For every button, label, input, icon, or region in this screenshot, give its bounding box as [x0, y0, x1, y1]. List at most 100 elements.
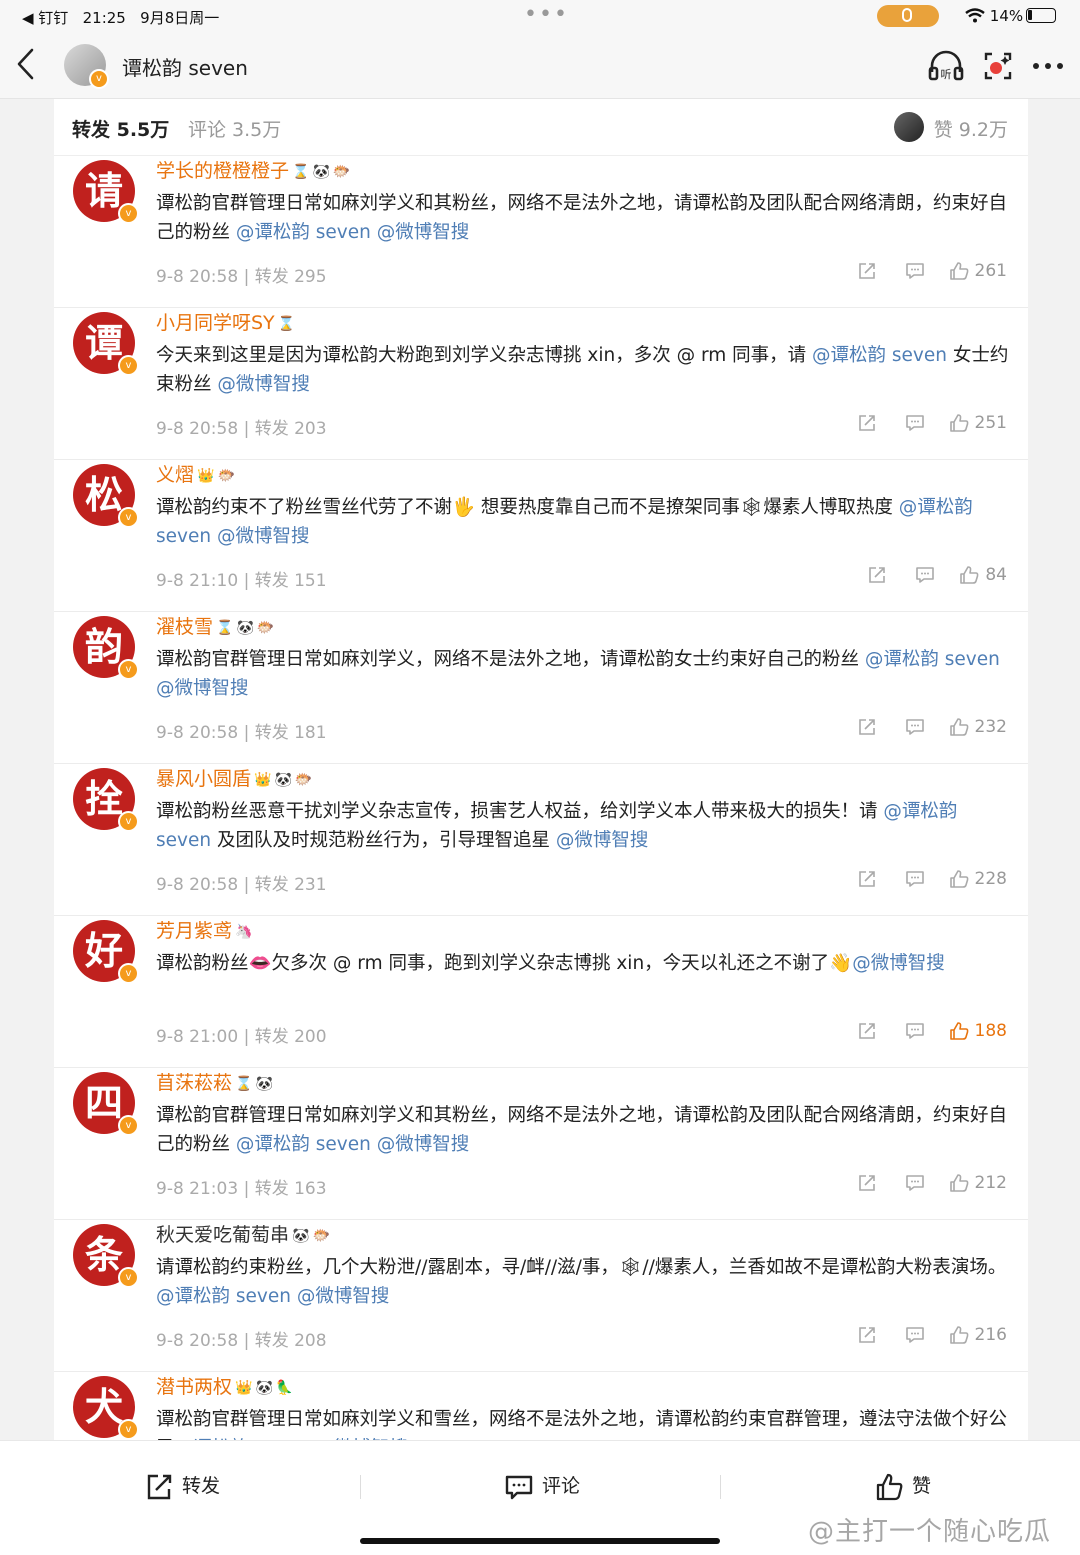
mention-link[interactable]: @微博智搜: [852, 953, 945, 974]
user-name[interactable]: 义熠 👑 🐡: [156, 460, 235, 487]
repost-meta: 9-8 20:58 | 转发 295: [156, 267, 327, 287]
user-avatar[interactable]: 请v: [73, 160, 139, 224]
like-count[interactable]: 261: [975, 261, 1007, 281]
bottom-comment-button[interactable]: 评论: [504, 1471, 580, 1502]
page-title[interactable]: 谭松韵 seven: [122, 52, 248, 81]
share-icon[interactable]: [857, 869, 877, 889]
like-count[interactable]: 216: [975, 1325, 1007, 1345]
comment-icon[interactable]: [905, 261, 925, 281]
wifi-icon: [965, 8, 985, 23]
user-avatar[interactable]: 韵v: [73, 616, 139, 680]
user-name[interactable]: 暴风小圆盾 👑 🐼 🐡: [156, 764, 312, 791]
svg-text:听: 听: [941, 68, 952, 81]
mention-link[interactable]: @微博智搜: [556, 830, 649, 851]
user-avatar[interactable]: 四v: [73, 1072, 139, 1136]
like-count[interactable]: 188: [975, 1021, 1007, 1041]
mention-link[interactable]: @微博智搜: [156, 678, 249, 699]
share-icon[interactable]: [857, 261, 877, 281]
user-avatar[interactable]: 拴v: [73, 768, 139, 832]
tab-repost[interactable]: 转发 5.5万: [72, 115, 169, 142]
mention-link[interactable]: @谭松韵 seven: [156, 1286, 291, 1307]
comment-icon[interactable]: [905, 413, 925, 433]
share-icon[interactable]: [857, 1325, 877, 1345]
like-icon[interactable]: [949, 717, 969, 737]
share-icon[interactable]: [857, 413, 877, 433]
user-name[interactable]: 濯枝雪 ⌛ 🐼 🐡: [156, 612, 274, 639]
tab-like[interactable]: 赞 9.2万: [934, 115, 1008, 142]
mention-link[interactable]: @微博智搜: [377, 1134, 470, 1155]
like-count[interactable]: 232: [975, 717, 1007, 737]
user-name[interactable]: 潜书两权 👑 🐼 🦜: [156, 1372, 293, 1399]
user-avatar[interactable]: 谭v: [73, 312, 139, 376]
share-icon[interactable]: [857, 1173, 877, 1193]
mention-link[interactable]: @谭松韵 seven: [812, 345, 947, 366]
mention-link[interactable]: @谭松韵 seven: [236, 222, 371, 243]
like-icon[interactable]: [949, 1021, 969, 1041]
text-segment: 谭松韵官群管理日常如麻刘学义和雪丝，网络不是法外之地，请谭松韵约束官群管理，遵法…: [156, 1409, 1008, 1440]
profile-avatar[interactable]: v: [64, 44, 109, 89]
repost-item[interactable]: 四 v 苜莯菘菘 ⌛ 🐼 谭松韵官群管理日常如麻刘学义和其粉丝，网络不是法外之地，请谭松韵…: [54, 1068, 1028, 1220]
repost-actions: 261: [857, 260, 1007, 282]
multitask-dots-icon[interactable]: •••: [524, 2, 569, 27]
mention-link[interactable]: @微博智搜: [297, 1286, 390, 1307]
repost-item[interactable]: 条 v 秋天爱吃葡萄串 🐼 🐡 请谭松韵约束粉丝，几个大粉泄//露剧本，寻/衅//滋/事，…: [54, 1220, 1028, 1372]
comment-icon[interactable]: [905, 1021, 925, 1041]
like-icon[interactable]: [949, 869, 969, 889]
bottom-like-button[interactable]: 赞: [874, 1471, 931, 1502]
share-icon[interactable]: [857, 717, 877, 737]
verified-badge-icon: v: [118, 507, 139, 528]
mention-link[interactable]: @微博智搜: [377, 222, 470, 243]
repost-item[interactable]: 松 v 义熠 👑 🐡 谭松韵约束不了粉丝雪丝代劳了不谢🖐 想要热度靠自己而不是撩架同事🕸爆…: [54, 460, 1028, 612]
repost-item[interactable]: 好 v 芳月紫鸢 🦄 谭松韵粉丝👄欠多次 @ rm 同事，跑到刘学义杂志博挑 xin，今…: [54, 916, 1028, 1068]
like-icon[interactable]: [949, 1173, 969, 1193]
repost-actions: 212: [857, 1172, 1007, 1194]
bottom-repost-button[interactable]: 转发: [144, 1471, 220, 1502]
comment-icon[interactable]: [905, 869, 925, 889]
tab-comment[interactable]: 评论 3.5万: [188, 115, 281, 142]
user-name[interactable]: 小月同学呀SY ⌛: [156, 308, 295, 335]
like-count[interactable]: 228: [975, 869, 1007, 889]
comment-icon[interactable]: [915, 565, 935, 585]
repost-item[interactable]: 请 v 学长的橙橙橙子 ⌛ 🐼 🐡 谭松韵官群管理日常如麻刘学义和其粉丝，网络不是法外之地，…: [54, 156, 1028, 308]
share-icon[interactable]: [867, 565, 887, 585]
status-app[interactable]: ◀ 钉钉: [22, 9, 68, 27]
like-icon[interactable]: [949, 413, 969, 433]
like-count[interactable]: 84: [985, 565, 1007, 585]
repost-meta: 9-8 21:03 | 转发 163: [156, 1179, 327, 1199]
back-icon[interactable]: [14, 46, 38, 82]
share-icon[interactable]: [857, 1021, 877, 1041]
home-indicator[interactable]: [360, 1538, 720, 1544]
battery-percent: 14%: [989, 7, 1024, 25]
like-count[interactable]: 251: [975, 413, 1007, 433]
repost-item[interactable]: 谭 v 小月同学呀SY ⌛ 今天来到这里是因为谭松韵大粉跑到刘学义杂志博挑 xin，多次…: [54, 308, 1028, 460]
mention-link[interactable]: @谭松韵 seven: [236, 1134, 371, 1155]
user-name[interactable]: 学长的橙橙橙子 ⌛ 🐼 🐡: [156, 156, 350, 183]
user-name[interactable]: 秋天爱吃葡萄串 🐼 🐡: [156, 1220, 330, 1247]
listen-icon[interactable]: 听: [926, 46, 966, 86]
like-icon[interactable]: [959, 565, 979, 585]
user-badge-icon: 👑: [235, 1379, 253, 1396]
like-count[interactable]: 212: [975, 1173, 1007, 1193]
more-icon[interactable]: [1028, 46, 1068, 86]
user-avatar[interactable]: 好v: [73, 920, 139, 984]
like-icon[interactable]: [949, 1325, 969, 1345]
repost-text: 谭松韵官群管理日常如麻刘学义和其粉丝，网络不是法外之地，请谭松韵及团队配合网络清…: [156, 1101, 1011, 1159]
like-icon[interactable]: [949, 261, 969, 281]
repost-item[interactable]: 犬 v 潜书两权 👑 🐼 🦜 谭松韵官群管理日常如麻刘学义和雪丝，网络不是法外之地，请谭松韵…: [54, 1372, 1028, 1440]
ai-search-icon[interactable]: [978, 46, 1018, 86]
user-badge-icon: ⌛: [277, 315, 296, 332]
mention-link[interactable]: @微博智搜: [217, 374, 310, 395]
comment-icon[interactable]: [905, 1173, 925, 1193]
mention-link[interactable]: @谭松韵 seven: [865, 649, 1000, 670]
user-avatar[interactable]: 松v: [73, 464, 139, 528]
user-name[interactable]: 芳月紫鸢 🦄: [156, 916, 252, 943]
user-avatar[interactable]: 犬v: [73, 1376, 139, 1440]
mention-link[interactable]: @微博智搜: [217, 526, 310, 547]
user-name[interactable]: 苜莯菘菘 ⌛ 🐼: [156, 1068, 273, 1095]
comment-icon[interactable]: [905, 717, 925, 737]
repost-item[interactable]: 拴 v 暴风小圆盾 👑 🐼 🐡 谭松韵粉丝恶意干扰刘学义杂志宣传，损害艺人权益，给刘学义本人…: [54, 764, 1028, 916]
user-avatar[interactable]: 条v: [73, 1224, 139, 1288]
comment-icon[interactable]: [905, 1325, 925, 1345]
repost-item[interactable]: 韵 v 濯枝雪 ⌛ 🐼 🐡 谭松韵官群管理日常如麻刘学义，网络不是法外之地，请谭松韵女士约束…: [54, 612, 1028, 764]
repost-meta: 9-8 20:58 | 转发 181: [156, 723, 327, 743]
